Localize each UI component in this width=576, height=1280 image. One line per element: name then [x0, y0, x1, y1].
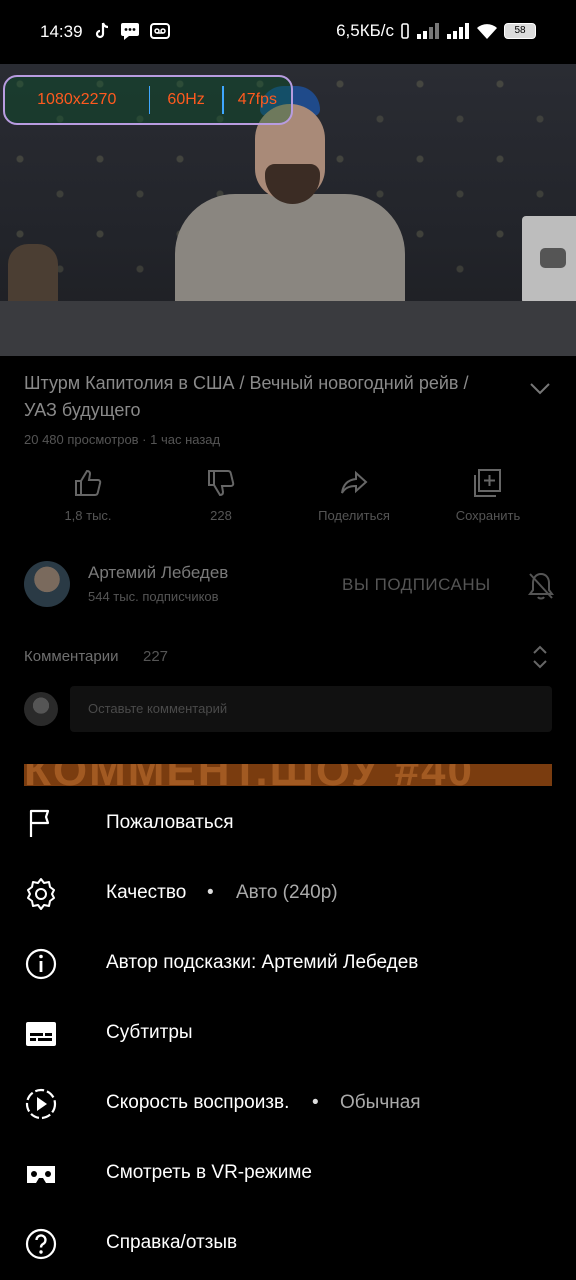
dislike-button[interactable]: 228	[161, 468, 281, 523]
comments-count: 227	[143, 648, 169, 665]
unfold-icon[interactable]	[530, 644, 550, 670]
vibrate-icon	[401, 23, 409, 39]
dislike-count: 228	[210, 508, 232, 523]
flag-icon	[29, 809, 50, 837]
channel-row[interactable]: Артемий Лебедев 544 тыс. подписчиков ВЫ …	[0, 561, 576, 621]
video-details: Штурм Капитолия в США / Вечный новогодни…	[0, 356, 576, 792]
thumbs-down-icon	[208, 470, 235, 497]
menu-label-speed: Скорость воспроизв.	[106, 1092, 290, 1113]
menu-item-help[interactable]: Справка/отзыв	[0, 1210, 576, 1280]
play-button-award	[522, 216, 576, 304]
help-icon	[25, 1228, 57, 1260]
fps-overlay: 1080x2270 60Hz 47fps	[3, 75, 293, 125]
menu-item-speed[interactable]: Скорость воспроизв. • Обычная	[0, 1070, 576, 1140]
video-title[interactable]: Штурм Капитолия в США / Вечный новогодни…	[24, 370, 504, 424]
wifi-icon	[477, 23, 497, 39]
signal-icon	[447, 23, 469, 39]
comments-header[interactable]: Комментарии	[24, 648, 118, 665]
subtitles-icon	[26, 1022, 56, 1046]
message-icon	[121, 23, 139, 40]
status-bar: 14:39 6,5КБ/с 58	[0, 0, 576, 64]
share-label: Поделиться	[318, 508, 390, 523]
comment-input[interactable]: Оставьте комментарий	[70, 686, 552, 732]
subscribed-button[interactable]: ВЫ ПОДПИСАНЫ	[342, 575, 491, 595]
thumbs-up-icon	[75, 469, 102, 496]
promo-banner[interactable]: КОММЕНТ.ШОУ #40	[24, 764, 552, 786]
menu-item-hint-author[interactable]: Автор подсказки: Артемий Лебедев	[0, 930, 576, 1000]
share-button[interactable]: Поделиться	[294, 468, 414, 523]
menu-label-help: Справка/отзыв	[106, 1232, 238, 1253]
menu-item-subtitles[interactable]: Субтитры	[0, 1000, 576, 1070]
menu-item-report[interactable]: Пожаловаться	[0, 790, 576, 860]
vr-headset-icon	[27, 1166, 55, 1183]
menu-label-vr: Смотреть в VR-режиме	[106, 1162, 312, 1183]
channel-avatar[interactable]	[24, 561, 70, 607]
notification-icons	[94, 22, 170, 40]
save-label: Сохранить	[455, 508, 521, 523]
network-speed: 6,5КБ/с	[336, 21, 394, 40]
like-count: 1,8 тыс.	[64, 508, 112, 523]
tiktok-icon	[95, 22, 109, 39]
menu-value-quality: Авто (240p)	[236, 882, 338, 903]
menu-label-quality: Качество	[106, 882, 187, 903]
menu-separator-dot: •	[207, 882, 214, 903]
menu-label-report: Пожаловаться	[106, 812, 234, 833]
menu-value-speed: Обычная	[340, 1092, 421, 1113]
overflow-menu: Пожаловаться Качество • Авто (240p) Авто…	[0, 790, 576, 1280]
bell-off-icon[interactable]	[527, 571, 555, 601]
menu-separator-dot: •	[312, 1092, 319, 1113]
playback-speed-icon	[25, 1088, 57, 1120]
save-button[interactable]: Сохранить	[428, 468, 548, 523]
channel-subscribers: 544 тыс. подписчиков	[88, 589, 219, 604]
action-bar: 1,8 тыс. 228 Поделиться Сохранить	[0, 468, 576, 538]
overlay-refresh: 60Hz	[167, 91, 205, 108]
menu-label-hint-author: Автор подсказки: Артемий Лебедев	[106, 952, 419, 973]
channel-name[interactable]: Артемий Лебедев	[88, 563, 228, 583]
overlay-resolution: 1080x2270	[37, 91, 117, 108]
banner-text: КОММЕНТ.ШОУ #40	[24, 764, 474, 786]
video-meta: 20 480 просмотров · 1 час назад	[24, 432, 221, 447]
overlay-fps: 47fps	[237, 91, 277, 108]
status-time: 14:39	[40, 22, 83, 41]
menu-item-quality[interactable]: Качество • Авто (240p)	[0, 860, 576, 930]
signal-icon	[417, 23, 439, 39]
status-right: 6,5КБ/с 58	[336, 21, 536, 41]
chevron-down-icon[interactable]	[528, 376, 552, 400]
user-avatar	[24, 692, 58, 726]
gear-icon	[27, 878, 55, 910]
info-icon	[25, 948, 57, 980]
playlist-add-icon	[474, 469, 501, 497]
battery-icon: 58	[504, 23, 536, 39]
menu-item-vr[interactable]: Смотреть в VR-режиме	[0, 1140, 576, 1210]
share-icon	[341, 470, 368, 494]
like-button[interactable]: 1,8 тыс.	[28, 468, 148, 523]
voicemail-icon	[150, 23, 170, 39]
menu-label-subtitles: Субтитры	[106, 1022, 193, 1043]
